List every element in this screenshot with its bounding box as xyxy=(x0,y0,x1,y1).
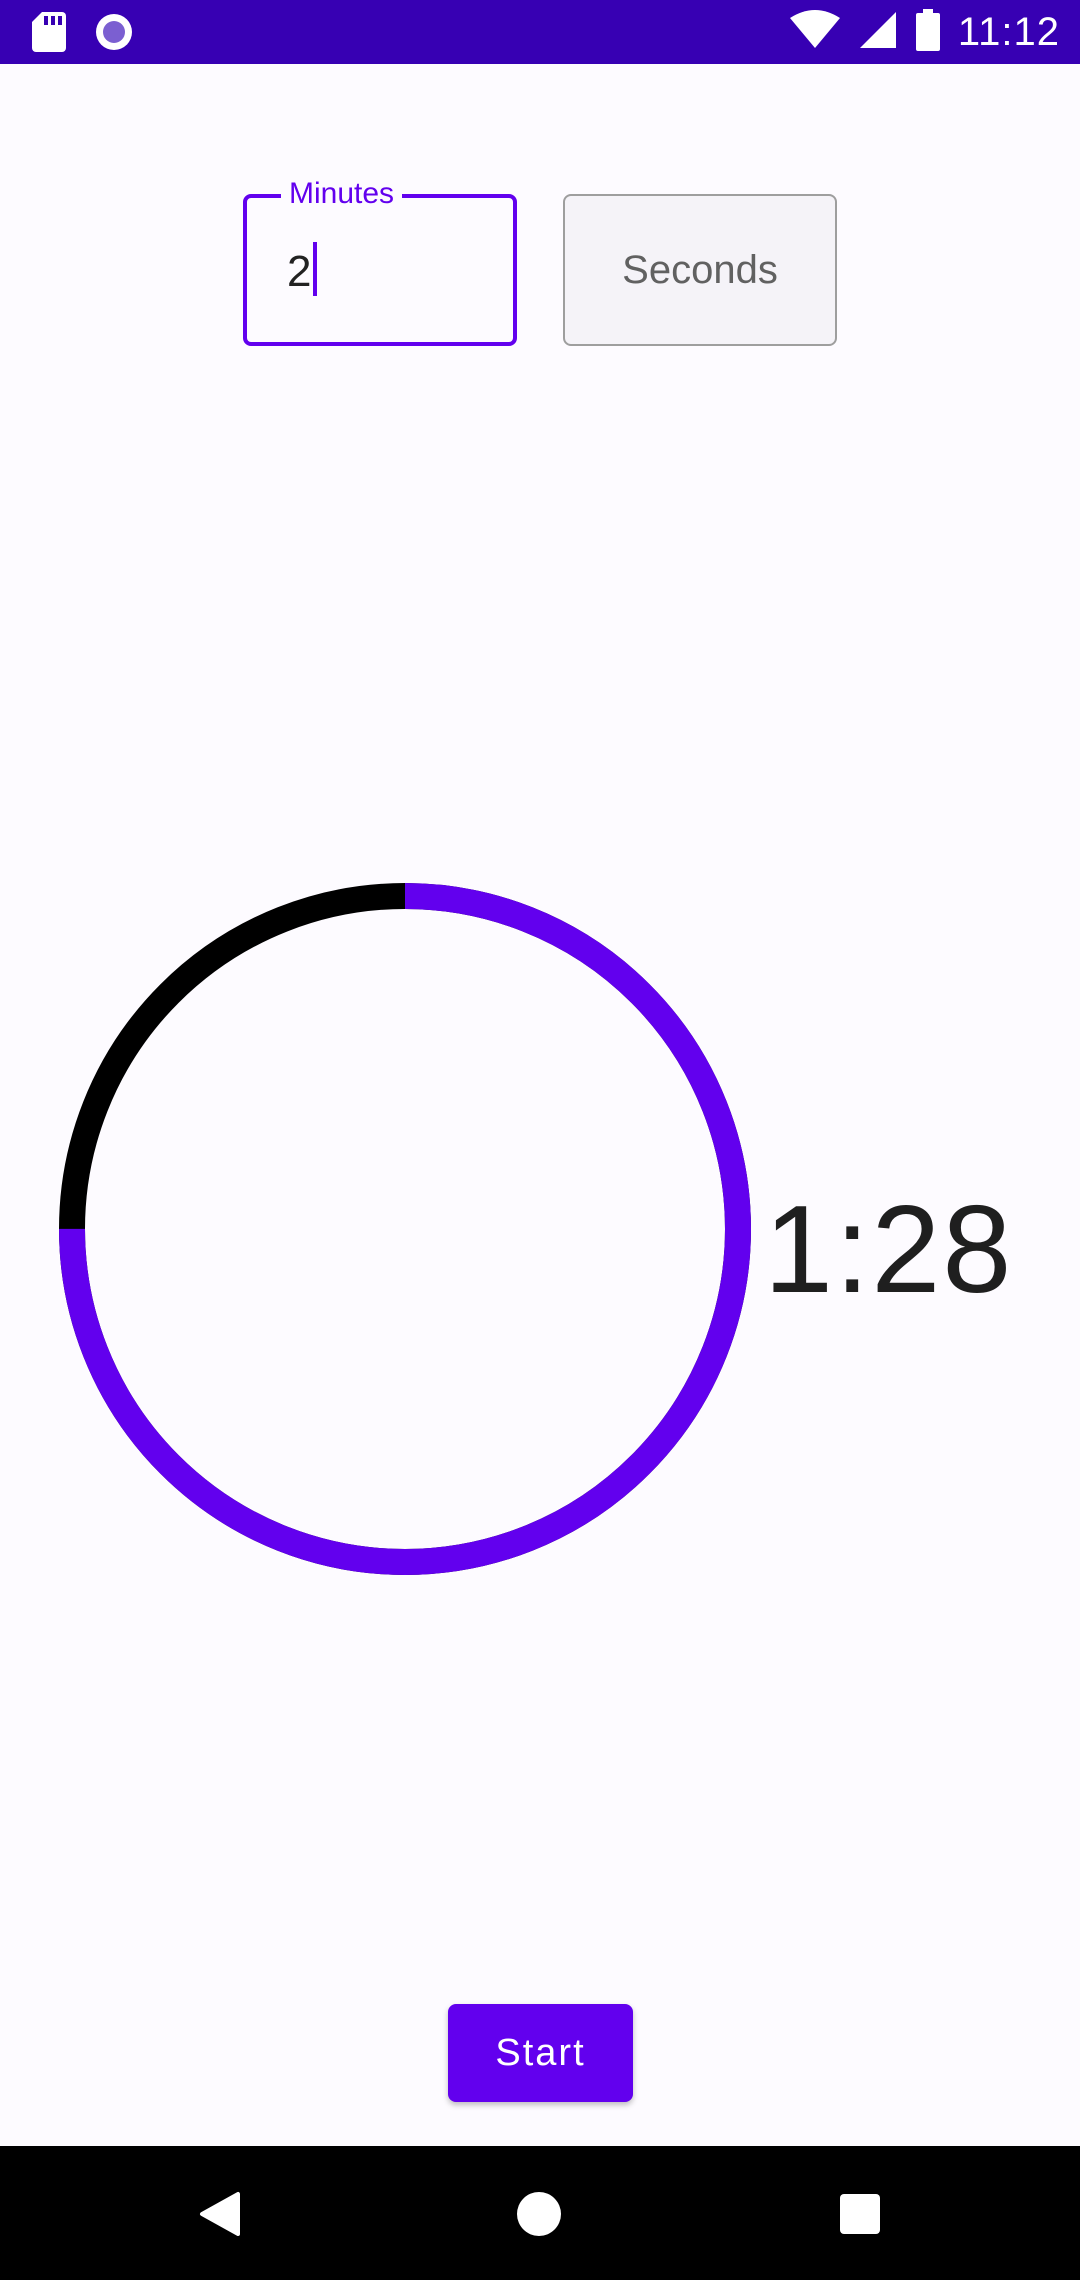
record-icon xyxy=(94,12,134,57)
status-bar-clock: 11:12 xyxy=(957,10,1060,54)
back-button[interactable] xyxy=(182,2176,258,2252)
time-remaining-display: 1:28 xyxy=(764,1181,1014,1319)
cell-signal-icon xyxy=(858,10,898,55)
recents-button[interactable] xyxy=(822,2176,898,2252)
seconds-input[interactable]: Seconds xyxy=(563,194,837,346)
wifi-icon xyxy=(789,9,840,55)
minutes-label: Minutes xyxy=(281,174,403,214)
sd-card-icon xyxy=(32,12,66,57)
status-bar-notifications xyxy=(32,12,134,57)
minutes-value[interactable]: 2 xyxy=(287,246,311,298)
navigation-bar xyxy=(0,2146,1080,2280)
status-bar-system: 11:12 xyxy=(789,8,1060,56)
back-icon xyxy=(200,2192,240,2236)
battery-icon xyxy=(915,8,940,56)
status-bar: 11:12 xyxy=(0,0,1080,64)
start-button[interactable]: Start xyxy=(448,2004,633,2102)
home-button[interactable] xyxy=(501,2176,577,2252)
timer-screen: 11:12 Minutes 2 Seconds 1:28 Start xyxy=(0,0,1080,2280)
text-caret xyxy=(313,242,317,296)
home-icon xyxy=(517,2192,561,2236)
recents-icon xyxy=(840,2194,880,2234)
seconds-placeholder: Seconds xyxy=(622,248,778,292)
timer-progress-ring xyxy=(59,883,751,1575)
minutes-input[interactable]: Minutes 2 xyxy=(243,174,517,346)
